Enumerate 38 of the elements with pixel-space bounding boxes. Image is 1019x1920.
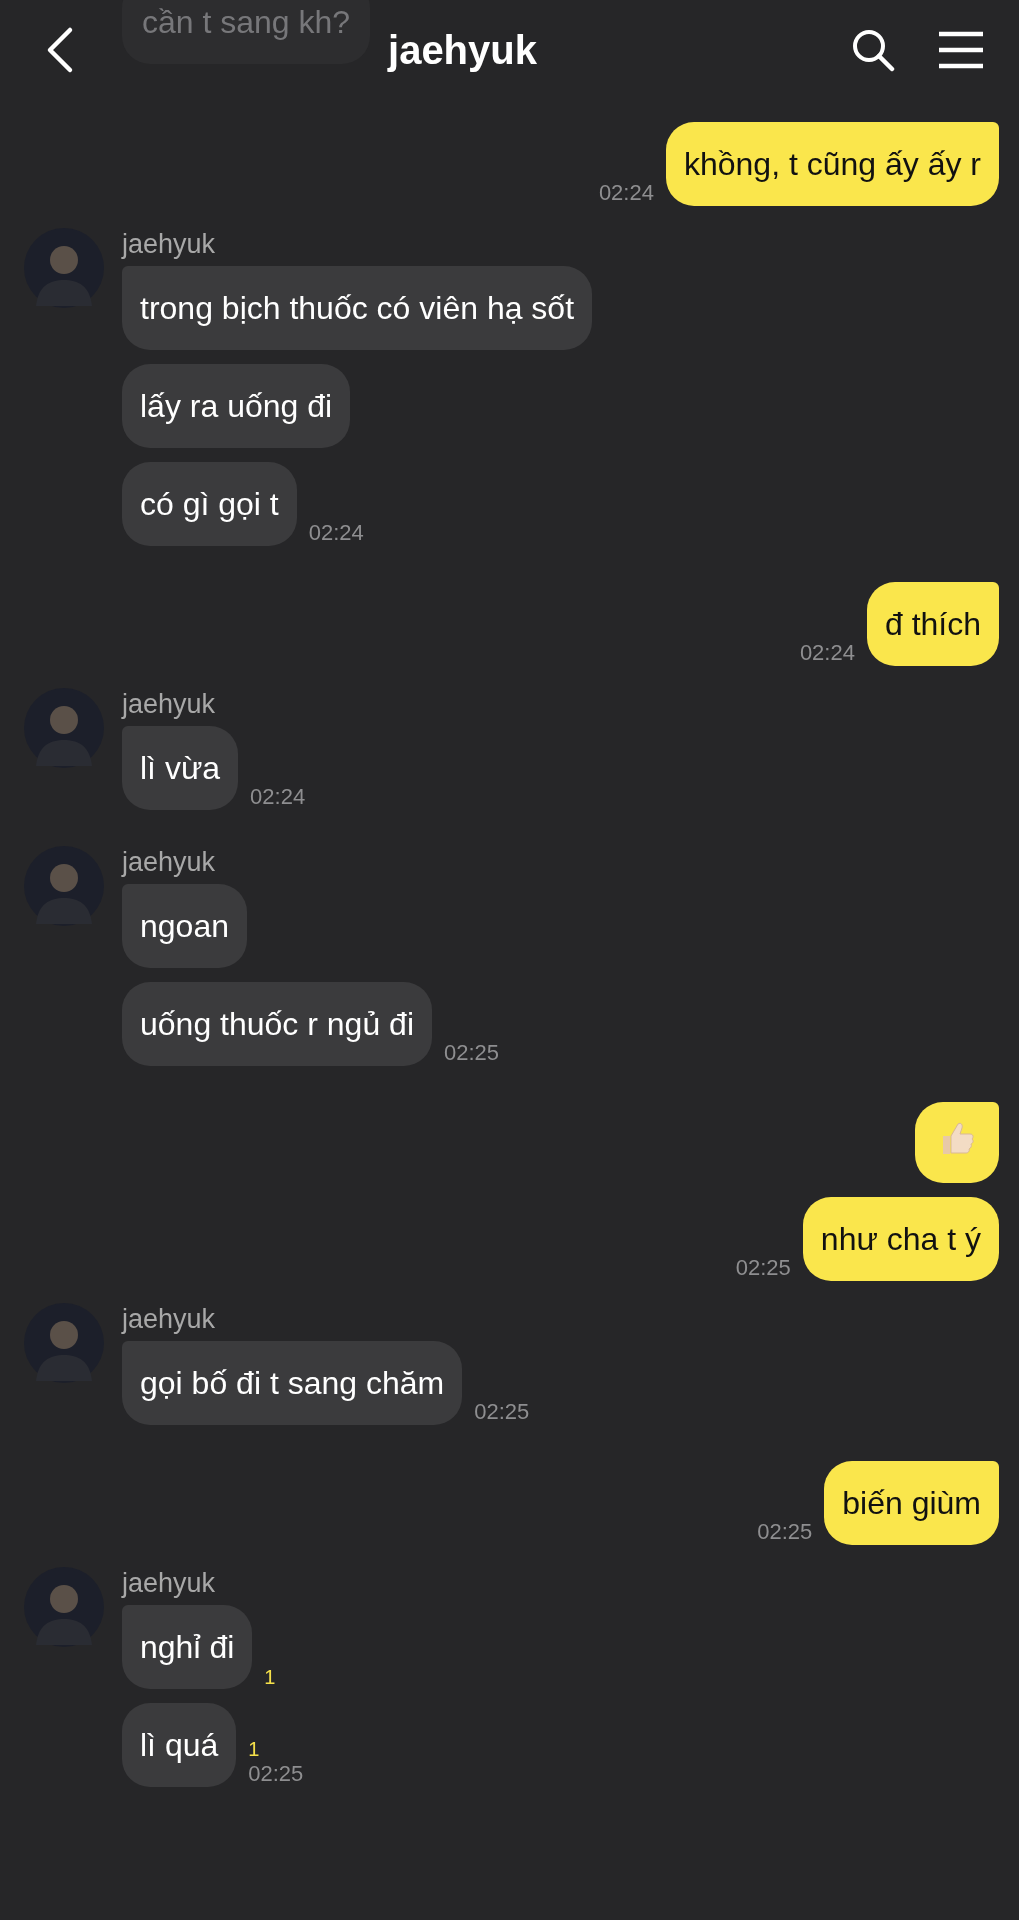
unread-count: 1 [248,1737,260,1761]
chat-title: jaehyuk [388,27,537,74]
message-time: 02:24 [308,520,364,546]
message-bubble: đ thích [866,582,999,666]
message-time: 02:25 [735,1255,791,1281]
message-bubble: gọi bố đi t sang chăm [122,1341,463,1425]
message-bubble: nghỉ đi [122,1605,253,1689]
sender-name: jaehyuk [122,228,217,260]
message-bubble: lấy ra uống đi [122,364,351,448]
message-time: 02:25 [474,1399,530,1425]
search-button[interactable] [851,28,895,72]
message-bubble: uống thuốc r ngủ đi [122,982,432,1066]
message-bubble: lì vừa [122,726,239,810]
message-bubble: biến giùm [824,1461,999,1545]
message-bubble: như cha t ý [802,1197,999,1281]
message-time: 02:25 [444,1040,500,1066]
avatar-icon[interactable] [24,1303,104,1383]
message-time: 02:24 [598,180,654,206]
avatar-icon[interactable] [24,846,104,926]
sender-name: jaehyuk [122,688,217,720]
sender-name: jaehyuk [122,846,217,878]
message-time: 02:24 [799,640,855,666]
message-bubble: ngoan [122,884,247,968]
message-time: 02:25 [757,1519,813,1545]
message-bubble: trong bịch thuốc có viên hạ sốt [122,266,593,350]
message-bubble: lì quá [122,1703,237,1787]
message-bubble: cần t sang kh? [122,0,371,64]
avatar-icon[interactable] [24,1567,104,1647]
unread-count: 1 [264,1665,276,1689]
message-bubble: có gì gọi t [122,462,297,546]
sender-name: jaehyuk [122,1567,217,1599]
message-bubble: khồng, t cũng ấy ấy r [665,122,999,206]
message-time: 02:24 [250,784,306,810]
menu-button[interactable] [937,31,985,69]
message-time: 02:25 [248,1761,304,1787]
sender-name: jaehyuk [122,1303,217,1335]
avatar-icon[interactable] [24,228,104,308]
avatar-icon[interactable] [24,688,104,768]
